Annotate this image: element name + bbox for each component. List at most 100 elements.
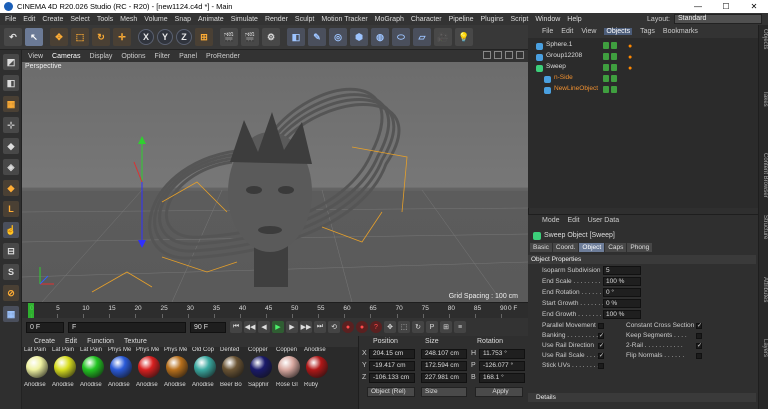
undo-icon[interactable]: ↶ (4, 28, 22, 46)
menu-item-pipeline[interactable]: Pipeline (449, 16, 474, 23)
next-key-button[interactable]: ▶▶ (300, 321, 312, 333)
make-editable-icon[interactable]: ◩ (3, 54, 19, 70)
visibility-flags[interactable] (603, 64, 619, 71)
scale-icon[interactable]: ⬚ (71, 28, 89, 46)
minimize-button[interactable]: — (684, 0, 712, 13)
previous-key-button[interactable]: ◀◀ (244, 321, 256, 333)
checkbox[interactable]: ✓ (598, 333, 604, 339)
object-menu-bookmarks[interactable]: Bookmarks (663, 28, 698, 35)
rotation-value[interactable]: 168.1 ° (479, 373, 525, 383)
side-tab-content-browser[interactable]: Content Browser (760, 153, 768, 198)
object-name[interactable]: Sweep (546, 63, 566, 70)
rotation-value[interactable]: -126.077 ° (479, 361, 525, 371)
size-value[interactable]: 172.594 cm (421, 361, 467, 371)
next-frame-button[interactable]: ▶ (286, 321, 298, 333)
menu-item-create[interactable]: Create (42, 16, 63, 23)
menu-item-mesh[interactable]: Mesh (120, 16, 137, 23)
checkbox[interactable] (696, 333, 702, 339)
scale-key-button[interactable]: ⬚ (398, 321, 410, 333)
checkbox[interactable] (598, 363, 604, 369)
property-value[interactable]: 0 ° (603, 288, 641, 297)
property-value[interactable]: 100 % (603, 277, 641, 286)
attribute-menu-user-data[interactable]: User Data (588, 217, 620, 224)
maximize-button[interactable]: ☐ (712, 0, 740, 13)
rotate-icon[interactable]: ↻ (92, 28, 110, 46)
recent-tools-icon[interactable]: ✛ (113, 28, 131, 46)
property-value[interactable]: 0 % (603, 299, 641, 308)
object-menu-file[interactable]: File (542, 28, 553, 35)
texture-mode-icon[interactable]: ▦ (3, 96, 19, 112)
coordinate-mode-dropdown[interactable]: Object (Rel) (367, 387, 415, 397)
object-row[interactable]: Sweep ● (528, 63, 758, 74)
x-axis-icon[interactable]: X (138, 29, 154, 45)
menu-item-file[interactable]: File (5, 16, 16, 23)
side-tab-objects[interactable]: Objects (760, 29, 768, 49)
viewport-menu-display[interactable]: Display (89, 53, 112, 60)
subdivision-icon[interactable]: ◎ (329, 28, 347, 46)
menu-item-motion-tracker[interactable]: Motion Tracker (321, 16, 367, 23)
position-key-button[interactable]: ✥ (384, 321, 396, 333)
object-menu-edit[interactable]: Edit (561, 28, 573, 35)
side-tab-attributes[interactable]: Attributes (760, 277, 768, 302)
side-tab-takes[interactable]: Takes (760, 91, 768, 107)
size-value[interactable]: 248.107 cm (421, 349, 467, 359)
viewport-menu-options[interactable]: Options (121, 53, 145, 60)
loop-button[interactable]: ⟲ (328, 321, 340, 333)
rotation-key-button[interactable]: ↻ (412, 321, 424, 333)
checkbox[interactable]: ✓ (598, 343, 604, 349)
material-menu-create[interactable]: Create (34, 338, 55, 345)
checkbox[interactable] (696, 353, 702, 359)
checkbox[interactable]: ✓ (598, 353, 604, 359)
lock-workplane-icon[interactable]: ▦ (3, 306, 19, 322)
object-row[interactable]: n-Side (528, 74, 758, 85)
menu-item-simulate[interactable]: Simulate (231, 16, 258, 23)
render-picture-viewer-icon[interactable]: 🎬 (241, 28, 259, 46)
attribute-menu-edit[interactable]: Edit (568, 217, 580, 224)
keyframe-selection-button[interactable]: ? (370, 321, 382, 333)
points-mode-icon[interactable]: ◆ (3, 138, 19, 154)
details-section[interactable]: Details (528, 393, 756, 402)
position-value[interactable]: -106.133 cm (369, 373, 415, 383)
object-tag-icon[interactable]: ● (628, 43, 635, 50)
material-swatch[interactable]: Coppen Rose Gl (276, 347, 302, 399)
object-name[interactable]: NewLineObject (554, 85, 598, 92)
maximize-view-icon[interactable] (516, 51, 524, 59)
object-menu-objects[interactable]: Objects (604, 28, 633, 35)
menu-item-select[interactable]: Select (70, 16, 89, 23)
material-menu-texture[interactable]: Texture (124, 338, 147, 345)
array-icon[interactable]: ⬢ (350, 28, 368, 46)
tweak-mode-icon[interactable]: ☝ (3, 222, 19, 238)
apply-button[interactable]: Apply (475, 387, 523, 397)
model-mode-icon[interactable]: ◧ (3, 75, 19, 91)
material-menu-edit[interactable]: Edit (65, 338, 77, 345)
size-mode-dropdown[interactable]: Size (421, 387, 467, 397)
select-arrow-icon[interactable]: ↖ (25, 28, 43, 46)
pen-icon[interactable]: ✎ (308, 28, 326, 46)
enable-axis-icon[interactable]: L (3, 201, 19, 217)
checkbox[interactable]: ✓ (696, 343, 702, 349)
material-swatch[interactable]: Old Cop Anodise (192, 347, 218, 399)
menu-item-help[interactable]: Help (567, 16, 581, 23)
axis-mode-icon[interactable]: ⊹ (3, 117, 19, 133)
move-icon[interactable]: ✥ (50, 28, 68, 46)
object-tag-icon[interactable]: ● (628, 54, 635, 61)
record-active-button[interactable]: ● (342, 321, 354, 333)
material-swatch[interactable]: Phys Me Anodise (164, 347, 190, 399)
menu-item-snap[interactable]: Snap (175, 16, 191, 23)
object-row[interactable]: Group12208 ● (528, 52, 758, 63)
position-value[interactable]: -19.417 cm (369, 361, 415, 371)
go-to-end-button[interactable]: ⏭ (314, 321, 326, 333)
object-menu-view[interactable]: View (581, 28, 596, 35)
material-swatch[interactable]: Phys Me Anodise (108, 347, 134, 399)
visibility-flags[interactable] (603, 53, 619, 60)
polygons-mode-icon[interactable]: ◆ (3, 180, 19, 196)
timeline-ruler[interactable]: 0510152025303540455055606570758085900 F (22, 302, 528, 318)
viewport-menu-cameras[interactable]: Cameras (52, 53, 80, 60)
pla-key-button[interactable]: ⊞ (440, 321, 452, 333)
tab-coord[interactable]: Coord. (552, 243, 579, 252)
object-name[interactable]: Sphere.1 (546, 41, 572, 48)
render-view-icon[interactable]: 🎬 (220, 28, 238, 46)
menu-item-character[interactable]: Character (411, 16, 442, 23)
menu-item-volume[interactable]: Volume (144, 16, 167, 23)
tab-basic[interactable]: Basic (530, 243, 552, 252)
